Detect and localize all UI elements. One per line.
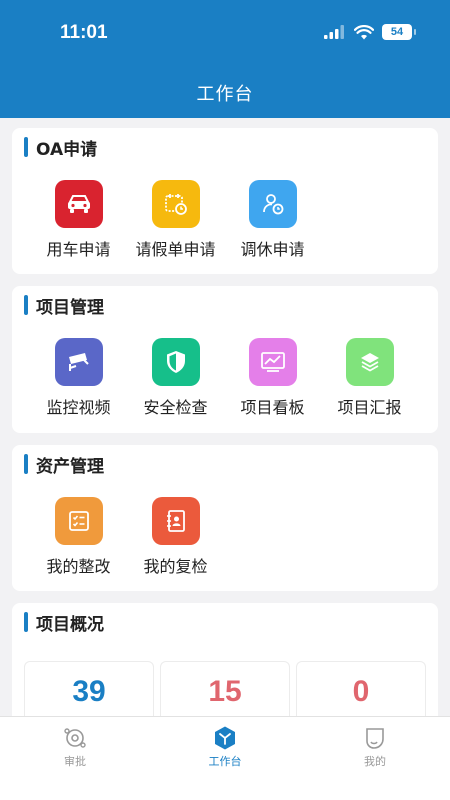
safety-inspection-button[interactable]: 安全检查: [127, 338, 224, 418]
tab-profile[interactable]: 我的: [300, 717, 450, 800]
section-title: OA申请: [12, 128, 438, 166]
shield-check-icon: [151, 338, 200, 386]
surveillance-video-button[interactable]: 监控视频: [30, 338, 127, 418]
tab-workbench[interactable]: 工作台: [150, 717, 300, 800]
chart-board-icon: [248, 338, 297, 386]
app-header: 11:01 54 工作台: [0, 0, 450, 118]
stat-value: 39: [72, 674, 106, 708]
main-content: OA申请 用车申请 请假单申请 调休申请 项目管理 监控视频 安全检查 项目看板…: [12, 128, 438, 723]
contact-book-icon: [151, 497, 200, 545]
section-project-overview: 项目概况 39 15 0: [12, 603, 438, 723]
my-reinspection-button[interactable]: 我的复检: [127, 497, 224, 577]
tab-label: 审批: [64, 755, 86, 768]
stat-value: 15: [208, 674, 242, 708]
tab-approval[interactable]: 审批: [0, 717, 150, 800]
item-label: 项目看板: [240, 398, 305, 417]
car-application-button[interactable]: 用车申请: [30, 180, 127, 260]
workbench-icon: [215, 726, 235, 750]
item-label: 我的复检: [143, 557, 208, 576]
tab-label: 我的: [364, 755, 386, 768]
battery-indicator: 54: [382, 24, 416, 40]
overview-stats: 39 15 0: [12, 641, 438, 721]
asset-grid: 我的整改 我的复检: [12, 483, 438, 577]
page-title: 工作台: [196, 84, 254, 105]
project-grid: 监控视频 安全检查 项目看板 项目汇报: [12, 324, 438, 418]
project-report-button[interactable]: 项目汇报: [321, 338, 418, 418]
title-accent-bar: [24, 137, 28, 157]
my-rectification-button[interactable]: 我的整改: [30, 497, 127, 577]
approval-icon: [64, 728, 86, 748]
section-title-text: 项目管理: [36, 297, 104, 318]
title-accent-bar: [24, 612, 28, 632]
item-label: 用车申请: [46, 240, 111, 259]
title-accent-bar: [24, 295, 28, 315]
item-label: 我的整改: [46, 557, 111, 576]
oa-grid: 用车申请 请假单申请 调休申请: [12, 166, 438, 260]
title-accent-bar: [24, 454, 28, 474]
stat-card[interactable]: 39: [24, 661, 154, 721]
stat-card[interactable]: 15: [160, 661, 290, 721]
section-title-text: OA申请: [36, 139, 98, 160]
section-title: 资产管理: [12, 445, 438, 483]
calendar-clock-icon: [151, 180, 200, 228]
item-label: 请假单申请: [135, 240, 216, 259]
section-title: 项目管理: [12, 286, 438, 324]
item-label: 安全检查: [143, 398, 208, 417]
bottom-tab-bar: 审批 工作台 我的: [0, 716, 450, 800]
section-title-text: 项目概况: [36, 614, 104, 635]
section-project-management: 项目管理 监控视频 安全检查 项目看板 项目汇报: [12, 286, 438, 433]
checklist-icon: [54, 497, 103, 545]
compensatory-leave-button[interactable]: 调休申请: [224, 180, 321, 260]
item-label: 项目汇报: [337, 398, 402, 417]
item-label: 监控视频: [46, 398, 111, 417]
cellular-signal-icon: [324, 25, 344, 39]
status-icons: 54: [324, 24, 416, 40]
stat-value: 0: [352, 674, 370, 708]
user-clock-icon: [248, 180, 297, 228]
item-label: 调休申请: [240, 240, 305, 259]
car-icon: [54, 180, 103, 228]
section-title-text: 资产管理: [36, 456, 104, 477]
profile-icon: [366, 728, 384, 749]
section-asset-management: 资产管理 我的整改 我的复检: [12, 445, 438, 591]
project-board-button[interactable]: 项目看板: [224, 338, 321, 418]
section-title: 项目概况: [12, 603, 438, 641]
wifi-icon: [354, 24, 374, 39]
cctv-camera-icon: [54, 338, 103, 386]
layers-icon: [345, 338, 394, 386]
section-oa: OA申请 用车申请 请假单申请 调休申请: [12, 128, 438, 274]
leave-application-button[interactable]: 请假单申请: [127, 180, 224, 260]
tab-label: 工作台: [208, 755, 242, 768]
stat-card[interactable]: 0: [296, 661, 426, 721]
status-time: 11:01: [60, 22, 108, 43]
